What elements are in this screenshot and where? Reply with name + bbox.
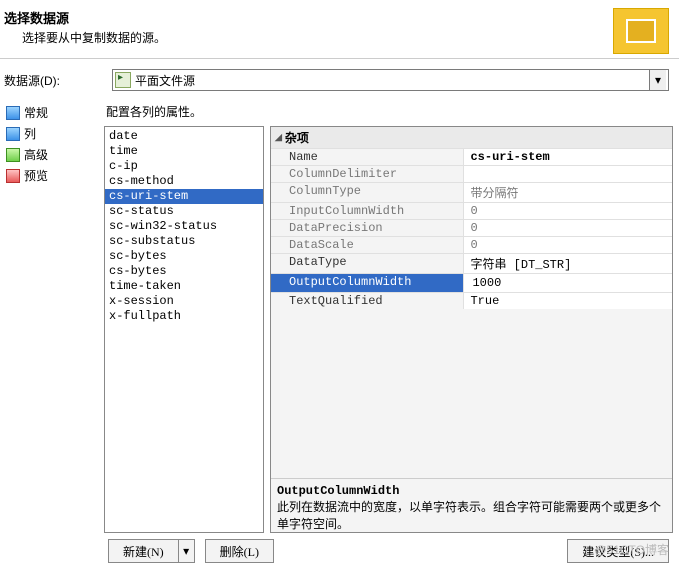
property-row[interactable]: Namecs-uri-stem (271, 148, 672, 165)
sidebar-item-preview[interactable]: 预览 (6, 166, 100, 185)
preview-icon (6, 169, 20, 183)
property-name: ColumnType (271, 183, 463, 202)
property-name: ColumnDelimiter (271, 166, 463, 182)
property-row[interactable]: DataType字符串 [DT_STR] (271, 253, 672, 273)
sidebar-item-columns[interactable]: 列 (6, 124, 100, 143)
page-icon (6, 106, 20, 120)
datasource-combo[interactable]: 平面文件源 ▾ (112, 69, 669, 91)
new-dropdown-icon[interactable]: ▾ (179, 539, 195, 563)
sidebar-item-label: 常规 (24, 104, 48, 121)
property-value[interactable]: cs-uri-stem (463, 149, 672, 165)
property-value[interactable] (463, 274, 672, 292)
property-value[interactable]: True (463, 293, 672, 309)
list-item[interactable]: sc-status (105, 204, 263, 219)
sidebar-item-label: 预览 (24, 167, 48, 184)
flatfile-icon (115, 72, 131, 88)
desc-title: OutputColumnWidth (277, 484, 399, 498)
property-grid: ◢ 杂项 Namecs-uri-stemColumnDelimiterColum… (270, 126, 673, 533)
property-row[interactable]: DataPrecision0 (271, 219, 672, 236)
property-name: Name (271, 149, 463, 165)
list-item[interactable]: time (105, 144, 263, 159)
datasource-label: 数据源(D): (4, 72, 104, 89)
property-category[interactable]: ◢ 杂项 (271, 127, 672, 148)
collapse-icon[interactable]: ◢ (275, 132, 282, 143)
watermark: @51CTO博客 (594, 541, 669, 558)
list-item[interactable]: cs-bytes (105, 264, 263, 279)
property-name: DataScale (271, 237, 463, 253)
list-item[interactable]: sc-substatus (105, 234, 263, 249)
property-row[interactable]: InputColumnWidth0 (271, 202, 672, 219)
property-value-input[interactable] (470, 275, 666, 291)
hint-text: 配置各列的属性。 (106, 103, 673, 120)
list-item[interactable]: time-taken (105, 279, 263, 294)
list-item[interactable]: date (105, 129, 263, 144)
property-name: OutputColumnWidth (271, 274, 463, 292)
list-item[interactable]: cs-uri-stem (105, 189, 263, 204)
property-value[interactable]: 0 (463, 220, 672, 236)
property-value[interactable]: 字符串 [DT_STR] (463, 254, 672, 273)
divider (0, 58, 679, 59)
property-value[interactable]: 带分隔符 (463, 183, 672, 202)
columns-icon (6, 127, 20, 141)
property-row[interactable]: TextQualifiedTrue (271, 292, 672, 309)
page-title: 选择数据源 (4, 8, 166, 27)
list-item[interactable]: c-ip (105, 159, 263, 174)
sidebar: 常规 列 高级 预览 (0, 97, 104, 567)
sidebar-item-general[interactable]: 常规 (6, 103, 100, 122)
columns-listbox[interactable]: datetimec-ipcs-methodcs-uri-stemsc-statu… (104, 126, 264, 533)
desc-text: 此列在数据流中的宽度，以单字符表示。组合字符可能需要两个或更多个单字符空间。 (277, 500, 661, 531)
new-button[interactable]: 新建(N) (108, 539, 179, 563)
sidebar-item-label: 列 (24, 125, 36, 142)
sidebar-item-advanced[interactable]: 高级 (6, 145, 100, 164)
property-name: InputColumnWidth (271, 203, 463, 219)
property-row[interactable]: ColumnDelimiter (271, 165, 672, 182)
list-item[interactable]: sc-bytes (105, 249, 263, 264)
sidebar-item-label: 高级 (24, 146, 48, 163)
property-row[interactable]: ColumnType带分隔符 (271, 182, 672, 202)
advanced-icon (6, 148, 20, 162)
property-name: DataType (271, 254, 463, 273)
property-value[interactable] (463, 166, 672, 182)
list-item[interactable]: sc-win32-status (105, 219, 263, 234)
new-button-group: 新建(N) ▾ (108, 539, 195, 563)
property-value[interactable]: 0 (463, 203, 672, 219)
chevron-down-icon[interactable]: ▾ (649, 70, 666, 90)
category-label: 杂项 (285, 129, 309, 146)
list-item[interactable]: x-session (105, 294, 263, 309)
property-row[interactable]: DataScale0 (271, 236, 672, 253)
page-subtitle: 选择要从中复制数据的源。 (22, 29, 166, 46)
delete-button[interactable]: 删除(L) (205, 539, 274, 563)
wizard-icon (613, 8, 669, 54)
list-item[interactable]: cs-method (105, 174, 263, 189)
property-name: DataPrecision (271, 220, 463, 236)
property-row[interactable]: OutputColumnWidth (271, 273, 672, 292)
list-item[interactable]: x-fullpath (105, 309, 263, 324)
property-name: TextQualified (271, 293, 463, 309)
property-value[interactable]: 0 (463, 237, 672, 253)
property-description: OutputColumnWidth 此列在数据流中的宽度，以单字符表示。组合字符… (271, 478, 672, 532)
datasource-value: 平面文件源 (135, 72, 649, 89)
